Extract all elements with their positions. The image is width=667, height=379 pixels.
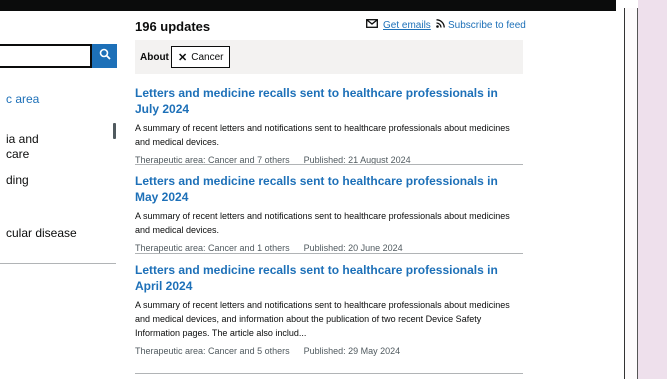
result-divider	[135, 373, 523, 374]
therapeutic-area: Therapeutic area: Cancer and 1 others	[135, 243, 290, 253]
get-emails-label: Get emails	[383, 19, 431, 31]
filter-chip-label: Cancer	[191, 51, 224, 63]
background-panel	[638, 0, 667, 379]
search-input[interactable]	[0, 44, 92, 68]
subscribe-feed-label: Subscribe to feed	[448, 19, 526, 31]
therapeutic-area: Therapeutic area: Cancer and 5 others	[135, 346, 290, 356]
sidebar-scrollbar[interactable]	[113, 123, 116, 139]
result-summary: A summary of recent letters and notifica…	[135, 123, 510, 147]
result-title-link[interactable]: Letters and medicine recalls sent to hea…	[135, 262, 523, 294]
sidebar-filter-item[interactable]: ia and care	[6, 132, 39, 162]
therapeutic-area-link[interactable]: c area	[6, 92, 39, 106]
result-title-link[interactable]: Letters and medicine recalls sent to hea…	[135, 173, 523, 205]
top-bar	[0, 0, 616, 11]
sidebar-filter-item[interactable]: ding	[6, 173, 29, 188]
result-divider	[135, 164, 523, 165]
result-summary: A summary of recent letters and notifica…	[135, 211, 510, 235]
remove-filter-chip[interactable]: ✕ Cancer	[171, 46, 231, 68]
sidebar-filter-item[interactable]: cular disease	[6, 226, 77, 241]
torn-paper-strip	[624, 8, 638, 379]
torn-edge	[616, 0, 624, 379]
page: c area ia and care ding cular disease 19…	[0, 11, 616, 379]
result-meta: Therapeutic area: Cancer and 5 others Pu…	[135, 346, 523, 356]
list-item: Letters and medicine recalls sent to hea…	[135, 173, 523, 253]
result-title-link[interactable]: Letters and medicine recalls sent to hea…	[135, 85, 523, 117]
result-meta: Therapeutic area: Cancer and 1 others Pu…	[135, 243, 523, 253]
result-divider	[135, 253, 523, 254]
search-button[interactable]	[92, 44, 117, 68]
close-icon: ✕	[178, 51, 188, 64]
search-icon	[99, 47, 111, 65]
envelope-icon	[366, 19, 378, 31]
rss-icon	[436, 19, 445, 31]
result-summary: A summary of recent letters and notifica…	[135, 300, 510, 338]
subscribe-feed-link[interactable]: Subscribe to feed	[436, 19, 526, 31]
update-count: 196 updates	[135, 19, 211, 34]
list-item: Letters and medicine recalls sent to hea…	[135, 85, 523, 165]
published-date: Published: 20 June 2024	[303, 243, 403, 253]
list-item: Letters and medicine recalls sent to hea…	[135, 262, 523, 356]
sidebar-divider	[0, 263, 116, 264]
get-emails-link[interactable]: Get emails	[366, 19, 431, 31]
active-filters-bar: About ✕ Cancer	[135, 40, 523, 74]
published-date: Published: 29 May 2024	[303, 346, 401, 356]
about-label: About	[140, 52, 169, 63]
